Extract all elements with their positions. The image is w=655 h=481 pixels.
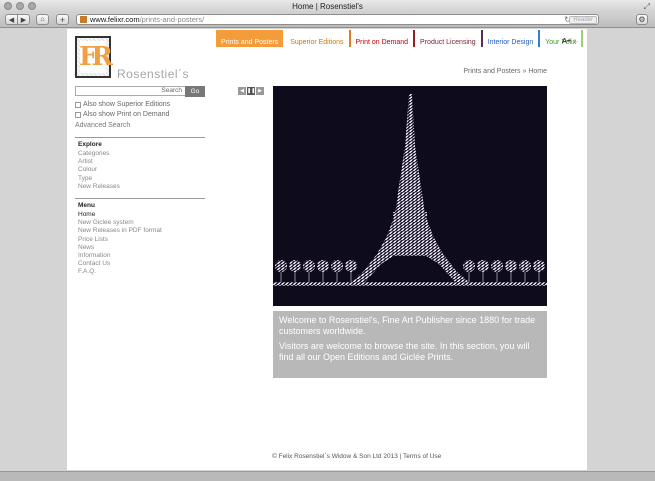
font-size-controls: A+ A-: [562, 38, 578, 45]
gear-icon: ⚙: [638, 15, 646, 24]
superior-editions-checkbox-row[interactable]: Also show Superior Editions: [75, 101, 170, 108]
explore-item-type[interactable]: Type: [78, 175, 205, 183]
forward-arrow-icon: ▶: [20, 16, 27, 24]
close-window-button[interactable]: [4, 2, 12, 10]
home-button[interactable]: ⌂: [36, 14, 49, 25]
fullscreen-icon[interactable]: ⤢: [644, 0, 650, 13]
menu-section: Menu Home New Giclee system New Releases…: [75, 198, 205, 277]
explore-item-categories[interactable]: Categories: [78, 150, 205, 158]
reader-button[interactable]: Reader: [569, 16, 597, 24]
brand-logo[interactable]: FR: [75, 36, 113, 78]
minimize-window-button[interactable]: [16, 2, 24, 10]
logo-inner: FR: [78, 41, 113, 73]
logo-letters: FR: [78, 42, 113, 72]
explore-title: Explore: [78, 141, 102, 148]
superior-editions-checkbox[interactable]: [75, 101, 81, 108]
slider-prev-button[interactable]: ◀: [238, 87, 246, 95]
site-favicon-icon: [80, 16, 87, 23]
superior-editions-label: Also show Superior Editions: [83, 101, 171, 108]
settings-button[interactable]: ⚙: [636, 14, 648, 25]
status-bar: [0, 471, 655, 481]
url-host: www.felixr.com: [90, 15, 140, 24]
window-title: Home | Rosenstiel's: [292, 2, 363, 11]
font-decrease-button[interactable]: A-: [573, 39, 578, 45]
nav-product-licensing[interactable]: Product Licensing: [415, 30, 483, 47]
window-titlebar: Home | Rosenstiel's ⤢: [0, 0, 655, 13]
nav-superior-editions[interactable]: Superior Editions: [285, 30, 351, 47]
web-page: FR Rosenstiel´s Prints and Posters Super…: [67, 29, 587, 470]
welcome-text-1: Welcome to Rosenstiel's, Fine Art Publis…: [279, 315, 536, 336]
menu-item-contact-us[interactable]: Contact Us: [78, 260, 205, 268]
terms-of-use-link[interactable]: Terms of Use: [403, 453, 441, 460]
window-controls: [4, 2, 36, 10]
font-increase-button[interactable]: A+: [562, 38, 571, 45]
slider-pause-button[interactable]: ❚❚: [247, 87, 255, 95]
menu-item-price-lists[interactable]: Price Lists: [78, 236, 205, 244]
print-on-demand-checkbox[interactable]: [75, 111, 81, 118]
search-go-button[interactable]: Go: [185, 86, 205, 97]
welcome-text-2: Visitors are welcome to browse the site.…: [279, 341, 530, 362]
explore-item-new-releases[interactable]: New Releases: [78, 183, 205, 191]
slider-controls: ◀ ❚❚ ▶: [238, 87, 264, 95]
menu-item-new-giclee[interactable]: New Giclee system: [78, 219, 205, 227]
home-icon: ⌂: [40, 16, 45, 23]
brand-name: Rosenstiel´s: [117, 67, 190, 81]
menu-item-home[interactable]: Home: [78, 211, 205, 219]
print-on-demand-label: Also show Print on Demand: [83, 111, 170, 118]
nav-print-on-demand[interactable]: Print on Demand: [351, 30, 416, 47]
menu-title: Menu: [78, 202, 95, 209]
add-bookmark-button[interactable]: +: [56, 14, 69, 25]
explore-item-artist[interactable]: Artist: [78, 158, 205, 166]
top-navigation: Prints and Posters Superior Editions Pri…: [216, 30, 584, 47]
welcome-panel: Welcome to Rosenstiel's, Fine Art Publis…: [273, 311, 547, 378]
advanced-search-link[interactable]: Advanced Search: [75, 122, 130, 129]
address-bar[interactable]: www.felixr.com/prints-and-posters/ ↻ Rea…: [76, 14, 599, 25]
forward-button[interactable]: ▶: [17, 14, 30, 25]
eiffel-tower-illustration: [273, 94, 547, 286]
nav-interior-design[interactable]: Interior Design: [483, 30, 541, 47]
hero-image[interactable]: [273, 86, 547, 306]
menu-item-information[interactable]: Information: [78, 252, 205, 260]
zoom-window-button[interactable]: [28, 2, 36, 10]
explore-item-colour[interactable]: Colour: [78, 166, 205, 174]
explore-section: Explore Categories Artist Colour Type Ne…: [75, 137, 205, 191]
back-arrow-icon: ◀: [8, 16, 15, 24]
breadcrumb[interactable]: Prints and Posters » Home: [463, 68, 547, 75]
search-input[interactable]: Search: [75, 86, 186, 96]
slider-next-button[interactable]: ▶: [256, 87, 264, 95]
plus-icon: +: [59, 14, 66, 25]
menu-item-new-releases-pdf[interactable]: New Releases in PDF format: [78, 227, 205, 235]
menu-item-faq[interactable]: F.A.Q.: [78, 268, 205, 276]
menu-item-news[interactable]: News: [78, 244, 205, 252]
browser-toolbar: ◀ ▶ ⌂ + www.felixr.com/prints-and-poster…: [0, 13, 655, 28]
nav-prints-and-posters[interactable]: Prints and Posters: [216, 30, 286, 47]
footer: © Felix Rosenstiel´s Widow & Son Ltd 201…: [272, 453, 441, 460]
url-path: /prints-and-posters/: [139, 15, 205, 24]
print-on-demand-checkbox-row[interactable]: Also show Print on Demand: [75, 111, 169, 118]
footer-copyright: © Felix Rosenstiel´s Widow & Son Ltd 201…: [272, 453, 402, 460]
